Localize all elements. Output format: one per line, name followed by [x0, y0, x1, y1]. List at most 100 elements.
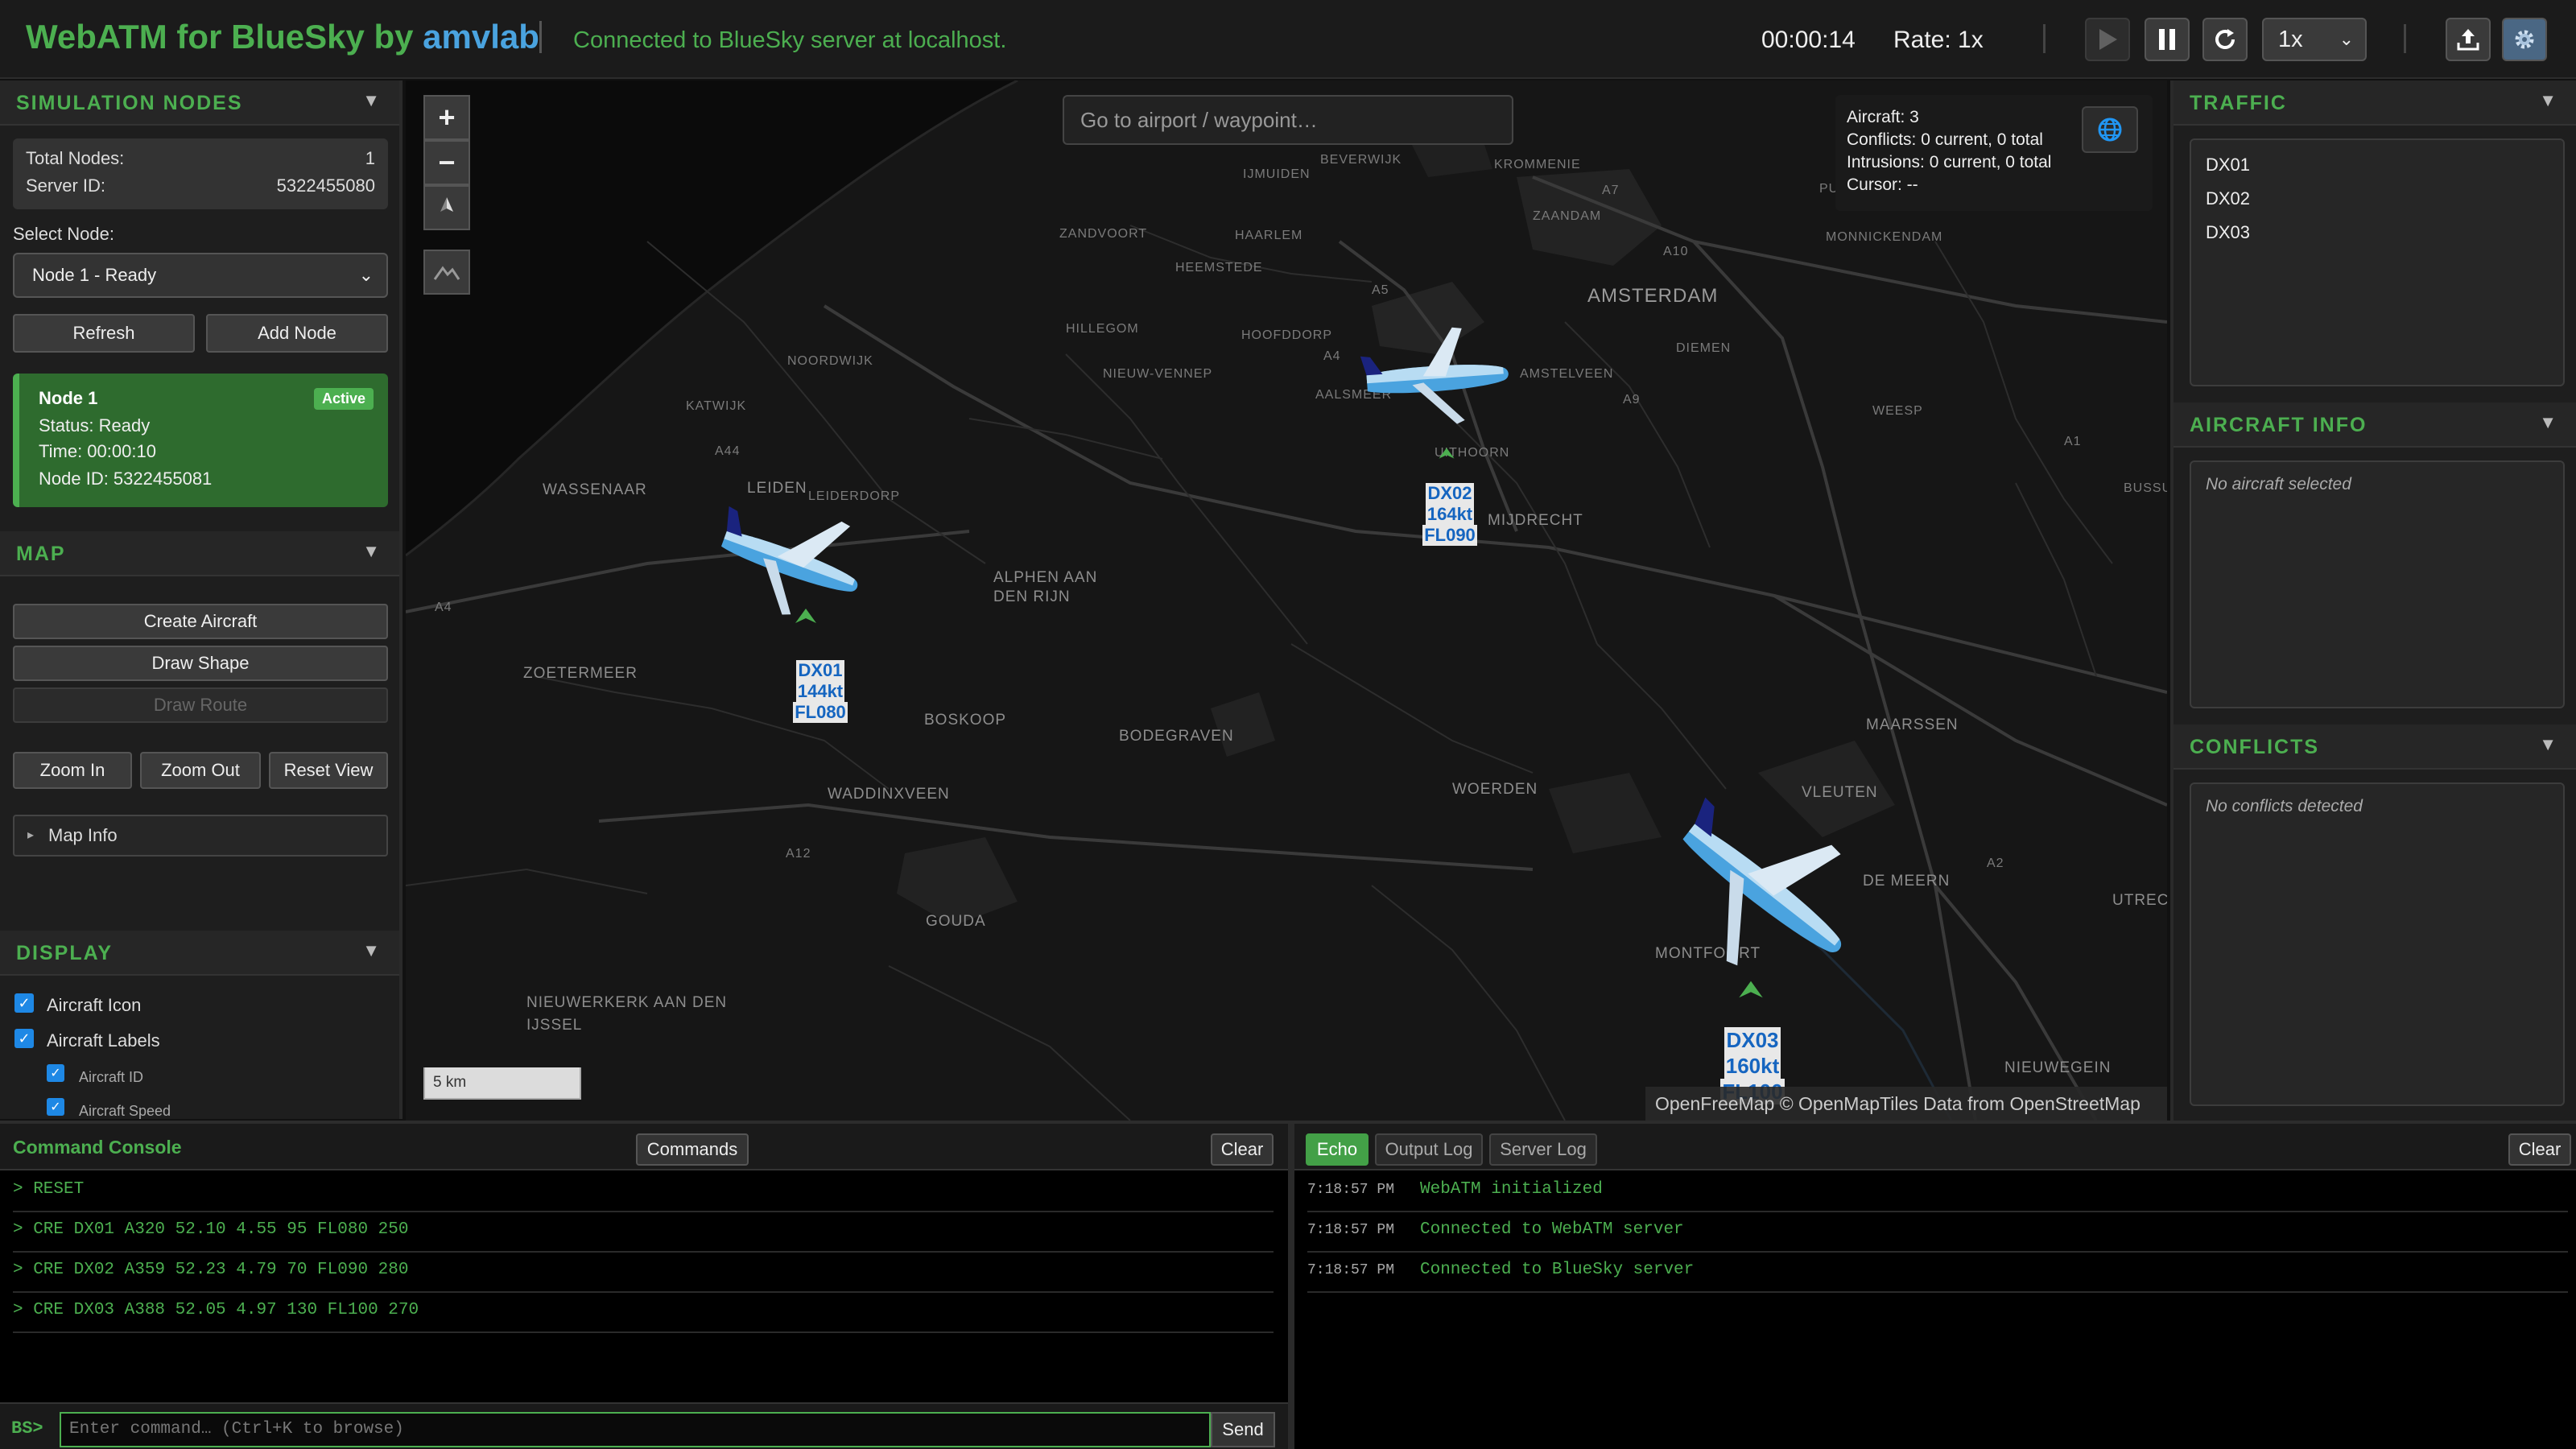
aircraft-info-header[interactable]: AIRCRAFT INFO ▼	[2174, 402, 2576, 448]
send-button[interactable]: Send	[1211, 1412, 1275, 1447]
place-gouda: GOUDA	[926, 913, 986, 930]
clear-log-button[interactable]: Clear	[2508, 1133, 2571, 1166]
command-input[interactable]: Enter command… (Ctrl+K to browse)	[60, 1412, 1211, 1447]
speed-select[interactable]: 1x ⌄	[2262, 18, 2367, 61]
aircraft-icon-checkbox[interactable]: ✓	[14, 993, 34, 1013]
console-line: > CRE DX03 A388 52.05 4.97 130 FL100 270	[13, 1294, 1274, 1333]
header-divider	[2404, 24, 2406, 53]
place-nieuwegein: NIEUWEGEIN	[2004, 1059, 2112, 1076]
traffic-item[interactable]: DX02	[2206, 188, 2250, 209]
log-message: WebATM initialized	[1420, 1180, 1603, 1199]
server-id-value: 5322455080	[276, 175, 375, 196]
place-wassenaar: WASSENAAR	[543, 481, 647, 498]
display-section-header[interactable]: DISPLAY ▼	[0, 931, 399, 976]
aircraft-labels-checkbox[interactable]: ✓	[14, 1029, 34, 1048]
draw-shape-button[interactable]: Draw Shape	[13, 646, 388, 681]
log-time: 7:18:57 PM	[1307, 1262, 1395, 1278]
place-woerden: WOERDEN	[1452, 781, 1538, 798]
play-icon	[2099, 29, 2117, 50]
play-button[interactable]	[2085, 18, 2130, 61]
tab-echo[interactable]: Echo	[1306, 1133, 1368, 1166]
aircraft-dx03-icon[interactable]	[1658, 797, 1868, 990]
map-zoom-out-button[interactable]: −	[423, 140, 470, 185]
place-de-meern: DE MEERN	[1863, 873, 1951, 890]
reset-button[interactable]	[2202, 18, 2248, 61]
command-input-row: BS> Enter command… (Ctrl+K to browse) Se…	[0, 1402, 1288, 1449]
commands-button[interactable]: Commands	[636, 1133, 749, 1166]
aircraft-icon-label: Aircraft Icon	[47, 995, 142, 1015]
refresh-button[interactable]: Refresh	[13, 314, 195, 353]
app-header: WebATM for BlueSky by amvlab Connected t…	[0, 0, 2576, 79]
mountain-icon	[433, 266, 460, 280]
collapse-icon: ▼	[2539, 412, 2557, 432]
node-id: Node ID: 5322455081	[39, 469, 213, 489]
aircraft-dx02-icon[interactable]	[1359, 322, 1520, 435]
collapse-icon: ▼	[2539, 90, 2557, 110]
console-splitter[interactable]	[1288, 1124, 1294, 1449]
aircraft-dx01-label[interactable]: DX01 144kt FL080	[768, 660, 873, 723]
road-label: A10	[1663, 245, 1689, 258]
log-time: 7:18:57 PM	[1307, 1222, 1395, 1238]
map-canvas[interactable]: AMSTERDAM BEVERWIJK IJMUIDEN KROMMENIE Z…	[406, 80, 2167, 1121]
collapse-icon: ▼	[362, 90, 380, 110]
total-nodes-label: Total Nodes:	[26, 148, 125, 168]
aircraft-speed-checkbox[interactable]: ✓	[47, 1098, 64, 1116]
place-zaandam: ZAANDAM	[1533, 209, 1602, 223]
place-boskoop: BOSKOOP	[924, 712, 1007, 729]
node-stats: Total Nodes: 1 Server ID: 5322455080	[13, 138, 388, 209]
place-hillegom: HILLEGOM	[1066, 322, 1139, 336]
draw-route-button[interactable]: Draw Route	[13, 687, 388, 723]
conflicts-header[interactable]: CONFLICTS ▼	[2174, 724, 2576, 770]
zoom-out-button[interactable]: Zoom Out	[140, 752, 261, 789]
compass-button[interactable]	[423, 185, 470, 230]
chevron-down-icon: ⌄	[358, 265, 374, 285]
zoom-in-button[interactable]: Zoom In	[13, 752, 132, 789]
command-console-title: Command Console	[13, 1137, 182, 1158]
tab-server-log[interactable]: Server Log	[1489, 1133, 1597, 1166]
add-node-button[interactable]: Add Node	[206, 314, 388, 353]
place-noordwijk: NOORDWIJK	[787, 354, 873, 368]
settings-button[interactable]	[2502, 18, 2547, 61]
collapse-icon: ▼	[2539, 734, 2557, 754]
clear-console-button[interactable]: Clear	[1211, 1133, 1274, 1166]
map-info-label: Map Info	[48, 825, 118, 845]
map-attribution[interactable]: OpenFreeMap © OpenMapTiles Data from Ope…	[1645, 1087, 2167, 1121]
server-id-row: Server ID: 5322455080	[26, 175, 375, 196]
create-aircraft-button[interactable]: Create Aircraft	[13, 604, 388, 639]
summary-conflicts: Conflicts: 0 current, 0 total	[1847, 130, 2043, 149]
place-weesp: WEESP	[1872, 404, 1923, 418]
traffic-item[interactable]: DX01	[2206, 155, 2250, 175]
brand-link[interactable]: amvlab	[423, 18, 539, 56]
app-title: WebATM for BlueSky by amvlab	[26, 18, 539, 56]
globe-button[interactable]	[2082, 106, 2138, 153]
map-search-input[interactable]: Go to airport / waypoint…	[1063, 95, 1513, 145]
right-sidebar: TRAFFIC ▼ DX01 DX02 DX03 AIRCRAFT INFO ▼ N…	[2170, 80, 2576, 1121]
aircraft-dx02-label[interactable]: DX02 164kt FL090	[1397, 483, 1502, 546]
aircraft-info-box: No aircraft selected	[2190, 460, 2565, 708]
map-section-header[interactable]: MAP ▼	[0, 531, 399, 576]
aircraft-id: DX02	[1426, 483, 1474, 504]
section-title: TRAFFIC	[2190, 92, 2287, 114]
title-separator	[539, 21, 542, 53]
reset-view-button[interactable]: Reset View	[269, 752, 388, 789]
map-zoom-in-button[interactable]: +	[423, 95, 470, 140]
map-info-toggle[interactable]: ▸ Map Info	[13, 815, 388, 857]
select-node-label: Select Node:	[13, 224, 114, 244]
place-zandvoort: ZANDVOORT	[1059, 227, 1148, 241]
sim-nodes-header[interactable]: SIMULATION NODES ▼	[0, 80, 399, 126]
status-badge: Active	[313, 388, 374, 410]
road-label: A1	[2064, 435, 2082, 448]
traffic-item[interactable]: DX03	[2206, 222, 2250, 243]
node-select[interactable]: Node 1 - Ready ⌄	[13, 253, 388, 298]
tab-output-log[interactable]: Output Log	[1375, 1133, 1483, 1166]
conflicts-box: No conflicts detected	[2190, 782, 2565, 1106]
pause-button[interactable]	[2145, 18, 2190, 61]
left-sidebar: SIMULATION NODES ▼ Total Nodes: 1 Server I…	[0, 80, 402, 1119]
traffic-header[interactable]: TRAFFIC ▼	[2174, 80, 2576, 126]
upload-button[interactable]	[2446, 18, 2491, 61]
aircraft-id-checkbox[interactable]: ✓	[47, 1064, 64, 1082]
terrain-button[interactable]	[423, 250, 470, 295]
node-card[interactable]: Node 1 Active Status: Ready Time: 00:00:…	[13, 374, 388, 507]
aircraft-dx01-icon[interactable]	[712, 499, 873, 628]
node-name: Node 1	[39, 388, 98, 408]
